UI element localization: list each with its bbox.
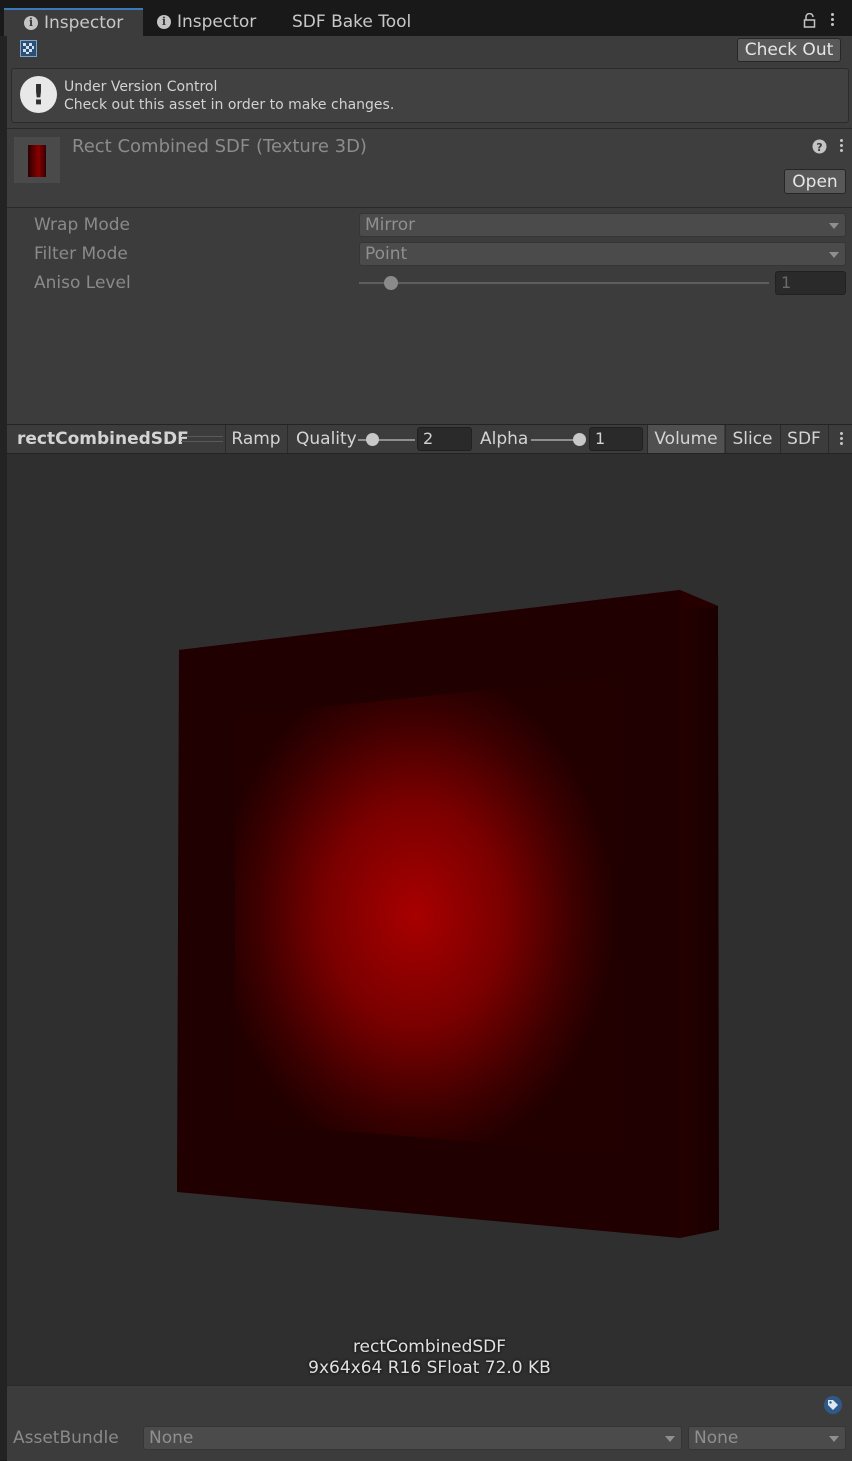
warning-icon: !	[20, 76, 57, 113]
tab-label: Inspector	[177, 12, 257, 32]
toolbar-separator	[287, 425, 288, 453]
asset-bundle-value: None	[149, 1428, 194, 1448]
alpha-label: Alpha	[480, 429, 529, 449]
sdf-button[interactable]: SDF	[781, 425, 827, 453]
panel-edge	[0, 36, 7, 1460]
dropdown-arrow-icon	[829, 252, 839, 258]
aniso-level-slider[interactable]	[359, 282, 769, 284]
wrap-mode-dropdown[interactable]: Mirror	[359, 213, 846, 237]
wrap-mode-label: Wrap Mode	[34, 215, 130, 235]
quality-label: Quality	[296, 429, 357, 449]
tab-label: Inspector	[44, 13, 124, 33]
preview-info-details: 9x64x64 R16 SFloat 72.0 KB	[308, 1358, 551, 1378]
asset-bundle-dropdown[interactable]: None	[143, 1426, 682, 1450]
alpha-field[interactable]: 1	[589, 427, 643, 451]
wrap-mode-value: Mirror	[365, 215, 416, 235]
drag-handle-line[interactable]	[181, 441, 223, 442]
check-out-button[interactable]: Check Out	[737, 38, 841, 62]
asset-bundle-variant-dropdown[interactable]: None	[688, 1426, 846, 1450]
volume-render	[177, 590, 719, 1238]
quality-slider-handle[interactable]	[366, 433, 379, 446]
preview-viewport[interactable]	[7, 454, 852, 1385]
filter-mode-label: Filter Mode	[34, 244, 128, 264]
version-control-title: Under Version Control	[64, 79, 218, 95]
quality-field[interactable]: 2	[417, 427, 472, 451]
filter-mode-dropdown[interactable]: Point	[359, 242, 846, 266]
ramp-button[interactable]: Ramp	[226, 425, 286, 453]
aniso-level-field[interactable]: 1	[775, 271, 846, 295]
tab-inspector[interactable]: i Inspector	[137, 8, 277, 36]
volume-button[interactable]: Volume	[648, 425, 724, 453]
open-button[interactable]: Open	[784, 169, 846, 194]
aniso-level-label: Aniso Level	[34, 273, 131, 293]
texture3d-preview-icon	[28, 145, 46, 177]
checkerboard-icon[interactable]	[20, 40, 37, 57]
tab-sdf-bake-tool[interactable]: SDF Bake Tool	[272, 8, 432, 36]
tag-icon[interactable]	[824, 1396, 842, 1414]
lock-icon[interactable]	[803, 13, 816, 28]
info-icon: i	[157, 15, 171, 29]
version-control-notice	[11, 68, 849, 123]
svg-text:?: ?	[816, 141, 822, 154]
preview-asset-name: rectCombinedSDF	[17, 429, 189, 449]
slice-button[interactable]: Slice	[726, 425, 779, 453]
preview-menu-icon[interactable]	[840, 432, 844, 447]
preview-info-name: rectCombinedSDF	[352, 1337, 507, 1357]
filter-mode-value: Point	[365, 244, 408, 264]
version-control-message: Check out this asset in order to make ch…	[64, 97, 395, 113]
tab-menu-icon[interactable]	[831, 13, 835, 28]
help-icon[interactable]: ?	[812, 139, 827, 154]
asset-menu-icon[interactable]	[840, 139, 844, 154]
dropdown-arrow-icon	[665, 1436, 675, 1442]
info-icon: i	[24, 16, 38, 30]
alpha-slider-handle[interactable]	[573, 433, 586, 446]
asset-bundle-variant-value: None	[694, 1428, 739, 1448]
drag-handle-line[interactable]	[181, 436, 223, 437]
dropdown-arrow-icon	[829, 223, 839, 229]
dropdown-arrow-icon	[829, 1436, 839, 1442]
tab-label: SDF Bake Tool	[292, 12, 412, 32]
asset-bundle-label: AssetBundle	[13, 1428, 119, 1448]
asset-title: Rect Combined SDF (Texture 3D)	[72, 136, 367, 157]
tab-inspector-active[interactable]: i Inspector	[4, 8, 143, 36]
toolbar-separator	[828, 425, 829, 453]
aniso-level-slider-handle[interactable]	[384, 276, 398, 290]
